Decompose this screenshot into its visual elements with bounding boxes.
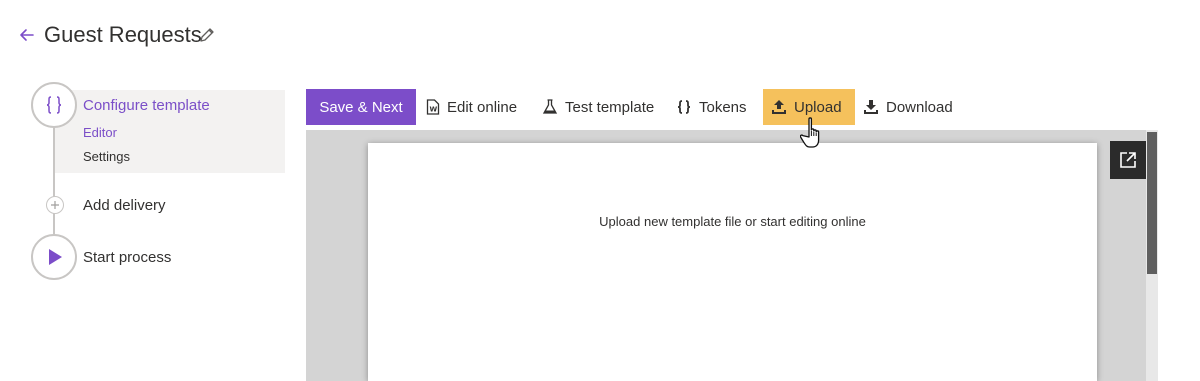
preview-scrollbar-thumb[interactable] bbox=[1147, 132, 1157, 274]
test-template-button[interactable]: Test template bbox=[542, 89, 654, 125]
play-icon bbox=[49, 249, 62, 265]
open-external-icon bbox=[1120, 152, 1136, 168]
step-add-delivery[interactable]: Add delivery bbox=[83, 197, 166, 214]
download-icon bbox=[864, 100, 878, 114]
curly-braces-icon bbox=[46, 96, 62, 114]
plus-icon bbox=[51, 201, 59, 209]
substep-settings[interactable]: Settings bbox=[83, 149, 130, 164]
step-add-delivery-circle[interactable] bbox=[46, 196, 64, 214]
download-label: Download bbox=[886, 98, 953, 116]
step-configure-template-circle[interactable] bbox=[31, 82, 77, 128]
pencil-icon[interactable] bbox=[198, 26, 216, 44]
step-connector-line bbox=[53, 127, 55, 235]
step-configure-template[interactable]: Configure template bbox=[83, 97, 210, 114]
step-start-process[interactable]: Start process bbox=[83, 249, 171, 266]
document-page bbox=[368, 143, 1097, 381]
tokens-label: Tokens bbox=[699, 98, 747, 116]
page-title: Guest Requests bbox=[44, 22, 202, 47]
hand-pointer-cursor-icon bbox=[800, 117, 820, 148]
edit-online-label: Edit online bbox=[447, 98, 518, 116]
tokens-button[interactable]: Tokens bbox=[676, 89, 747, 125]
open-in-new-window-button[interactable] bbox=[1110, 141, 1146, 179]
save-next-button[interactable]: Save & Next bbox=[306, 89, 416, 125]
back-arrow-icon[interactable] bbox=[16, 24, 38, 46]
download-button[interactable]: Download bbox=[863, 89, 953, 125]
edit-online-button[interactable]: W Edit online bbox=[426, 89, 517, 125]
svg-text:W: W bbox=[430, 106, 438, 114]
word-document-icon: W bbox=[426, 99, 440, 115]
flask-icon bbox=[542, 99, 558, 114]
test-template-label: Test template bbox=[565, 98, 655, 116]
step-start-process-circle[interactable] bbox=[31, 234, 77, 280]
preview-message: Upload new template file or start editin… bbox=[599, 214, 866, 229]
upload-label: Upload bbox=[794, 98, 842, 116]
substep-editor[interactable]: Editor bbox=[83, 125, 117, 140]
curly-braces-icon bbox=[677, 100, 691, 114]
upload-icon bbox=[772, 100, 786, 114]
